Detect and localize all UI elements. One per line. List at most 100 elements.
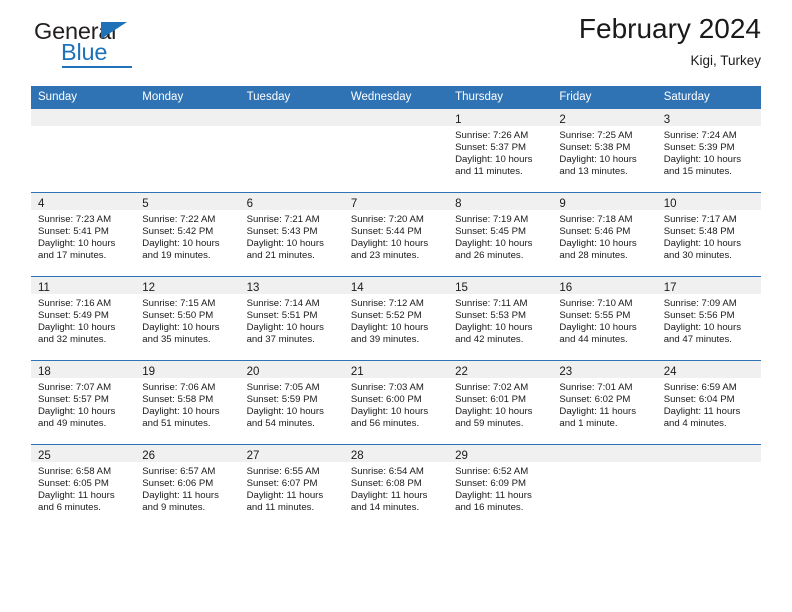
- day-detail-line: Sunset: 5:37 PM: [455, 142, 527, 154]
- calendar-body: 1 Sunrise: 7:26 AM Sunset: 5:37 PM Daylight…: [31, 108, 761, 528]
- day-details: Sunrise: 7:23 AM Sunset: 5:41 PM Daylight:…: [31, 210, 135, 262]
- calendar-day-cell[interactable]: 3 Sunrise: 7:24 AM Sunset: 5:39 PM Daylight…: [656, 108, 761, 193]
- day-detail-line: and 56 minutes.: [350, 418, 420, 430]
- day-detail-line: Sunrise: 7:09 AM: [663, 298, 737, 309]
- day-number-band: 4: [31, 193, 136, 210]
- day-detail-line: Daylight: 10 hours: [350, 238, 429, 250]
- calendar-day-cell[interactable]: 20 Sunrise: 7:05 AM Sunset: 5:59 PM Dayligh…: [239, 360, 344, 445]
- calendar-day-cell[interactable]: 9 Sunrise: 7:18 AM Sunset: 5:46 PM Daylight…: [552, 192, 657, 277]
- calendar-day-cell[interactable]: 22 Sunrise: 7:02 AM Sunset: 6:01 PM Dayligh…: [448, 360, 553, 445]
- calendar-week-row: 18 Sunrise: 7:07 AM Sunset: 5:57 PM Dayligh…: [31, 360, 761, 445]
- weekday-header-row: Sunday Monday Tuesday Wednesday Thursday…: [31, 86, 761, 109]
- day-details: Sunrise: 7:21 AM Sunset: 5:43 PM Daylight:…: [240, 210, 344, 262]
- day-number: 7: [350, 198, 358, 210]
- day-number-band: [31, 109, 136, 126]
- day-detail-line: Sunrise: 7:03 AM: [350, 382, 424, 393]
- day-detail-line: and 16 minutes.: [455, 502, 524, 514]
- day-detail-line: Daylight: 11 hours: [142, 490, 219, 502]
- day-number: 1: [455, 114, 462, 126]
- weekday-header-sunday: Sunday: [31, 86, 136, 109]
- day-detail-line: Sunrise: 7:12 AM: [350, 298, 424, 309]
- day-number: 6: [246, 198, 253, 210]
- calendar-day-cell[interactable]: 26 Sunrise: 6:57 AM Sunset: 6:06 PM Dayligh…: [135, 444, 240, 528]
- day-detail-line: Daylight: 10 hours: [246, 322, 324, 334]
- day-details: Sunrise: 7:16 AM Sunset: 5:49 PM Daylight:…: [31, 294, 135, 346]
- day-details: Sunrise: 7:02 AM Sunset: 6:01 PM Daylight:…: [448, 378, 552, 430]
- day-detail-line: and 9 minutes.: [142, 502, 206, 514]
- day-number: 2: [559, 114, 566, 126]
- calendar-day-cell[interactable]: 15 Sunrise: 7:11 AM Sunset: 5:53 PM Dayligh…: [448, 276, 553, 361]
- calendar-day-cell[interactable]: 28 Sunrise: 6:54 AM Sunset: 6:08 PM Dayligh…: [343, 444, 449, 528]
- day-detail-line: and 59 minutes.: [455, 418, 524, 430]
- day-details: Sunrise: 7:01 AM Sunset: 6:02 PM Daylight:…: [552, 378, 656, 430]
- day-detail-line: Sunrise: 7:16 AM: [38, 298, 112, 309]
- day-details: Sunrise: 6:54 AM Sunset: 6:08 PM Daylight:…: [344, 462, 448, 514]
- day-number: 5: [142, 198, 149, 210]
- calendar-day-cell[interactable]: 5 Sunrise: 7:22 AM Sunset: 5:42 PM Daylight…: [135, 192, 240, 277]
- day-detail-line: Daylight: 10 hours: [663, 238, 742, 250]
- calendar-day-cell[interactable]: 16 Sunrise: 7:10 AM Sunset: 5:55 PM Dayligh…: [552, 276, 657, 361]
- day-detail-line: and 23 minutes.: [350, 250, 420, 262]
- day-detail-line: Sunrise: 7:11 AM: [455, 298, 528, 309]
- day-detail-line: Sunset: 5:55 PM: [559, 310, 631, 322]
- calendar-day-cell[interactable]: 8 Sunrise: 7:19 AM Sunset: 5:45 PM Daylight…: [448, 192, 553, 277]
- page-title: February 2024: [578, 13, 761, 44]
- day-number: 28: [350, 450, 364, 462]
- day-detail-line: Sunset: 5:46 PM: [559, 226, 631, 238]
- day-detail-line: Sunset: 6:06 PM: [142, 478, 214, 490]
- day-detail-line: and 35 minutes.: [142, 334, 211, 346]
- day-detail-line: Sunrise: 7:25 AM: [559, 130, 633, 141]
- day-detail-line: Daylight: 10 hours: [455, 154, 533, 166]
- calendar-day-cell[interactable]: 14 Sunrise: 7:12 AM Sunset: 5:52 PM Dayligh…: [343, 276, 449, 361]
- day-detail-line: Sunset: 5:38 PM: [559, 142, 631, 154]
- calendar-day-cell[interactable]: 17 Sunrise: 7:09 AM Sunset: 5:56 PM Dayligh…: [656, 276, 761, 361]
- calendar-day-cell[interactable]: 11 Sunrise: 7:16 AM Sunset: 5:49 PM Dayligh…: [31, 276, 136, 361]
- weekday-header-saturday: Saturday: [656, 86, 761, 109]
- day-details: [135, 126, 239, 130]
- day-details: Sunrise: 7:15 AM Sunset: 5:50 PM Daylight:…: [135, 294, 239, 346]
- calendar-day-cell[interactable]: 24 Sunrise: 6:59 AM Sunset: 6:04 PM Dayligh…: [656, 360, 761, 445]
- calendar-day-cell[interactable]: 23 Sunrise: 7:01 AM Sunset: 6:02 PM Dayligh…: [552, 360, 657, 445]
- calendar-day-cell[interactable]: 6 Sunrise: 7:21 AM Sunset: 5:43 PM Daylight…: [239, 192, 344, 277]
- day-detail-line: Sunset: 6:02 PM: [559, 394, 631, 406]
- day-detail-line: Sunrise: 7:26 AM: [455, 130, 529, 141]
- day-detail-line: and 42 minutes.: [455, 334, 524, 346]
- day-details: Sunrise: 7:25 AM Sunset: 5:38 PM Daylight:…: [552, 126, 656, 178]
- day-detail-line: Daylight: 10 hours: [142, 238, 220, 250]
- calendar-day-cell[interactable]: 18 Sunrise: 7:07 AM Sunset: 5:57 PM Dayligh…: [31, 360, 136, 445]
- calendar-day-cell[interactable]: 25 Sunrise: 6:58 AM Sunset: 6:05 PM Dayligh…: [31, 444, 136, 528]
- calendar-day-cell[interactable]: 27 Sunrise: 6:55 AM Sunset: 6:07 PM Dayligh…: [239, 444, 344, 528]
- day-detail-line: and 28 minutes.: [559, 250, 628, 262]
- calendar-day-cell[interactable]: 13 Sunrise: 7:14 AM Sunset: 5:51 PM Dayligh…: [239, 276, 344, 361]
- calendar-day-cell[interactable]: 19 Sunrise: 7:06 AM Sunset: 5:58 PM Dayligh…: [135, 360, 240, 445]
- calendar-day-cell[interactable]: 21 Sunrise: 7:03 AM Sunset: 6:00 PM Dayligh…: [343, 360, 449, 445]
- day-detail-line: Daylight: 10 hours: [455, 406, 533, 418]
- day-details: Sunrise: 7:07 AM Sunset: 5:57 PM Daylight:…: [31, 378, 135, 430]
- day-detail-line: Daylight: 10 hours: [38, 238, 116, 250]
- calendar-day-cell[interactable]: 1 Sunrise: 7:26 AM Sunset: 5:37 PM Daylight…: [448, 108, 553, 193]
- day-details: Sunrise: 7:09 AM Sunset: 5:56 PM Daylight:…: [657, 294, 761, 346]
- day-number: 13: [246, 282, 260, 294]
- calendar-day-cell[interactable]: 12 Sunrise: 7:15 AM Sunset: 5:50 PM Dayligh…: [135, 276, 240, 361]
- day-number-band: [656, 445, 761, 462]
- day-number-band: 20: [239, 361, 344, 378]
- day-number: 16: [559, 282, 573, 294]
- day-detail-line: Daylight: 10 hours: [38, 322, 116, 334]
- calendar-day-cell[interactable]: 10 Sunrise: 7:17 AM Sunset: 5:48 PM Dayligh…: [656, 192, 761, 277]
- calendar-day-cell[interactable]: 4 Sunrise: 7:23 AM Sunset: 5:41 PM Daylight…: [31, 192, 136, 277]
- day-number-band: 8: [448, 193, 553, 210]
- day-number-band: 11: [31, 277, 136, 294]
- calendar-day-cell[interactable]: 7 Sunrise: 7:20 AM Sunset: 5:44 PM Daylight…: [343, 192, 449, 277]
- day-detail-line: Daylight: 10 hours: [350, 406, 429, 418]
- day-detail-line: Sunset: 5:42 PM: [142, 226, 214, 238]
- day-number-band: 24: [656, 361, 761, 378]
- day-detail-line: Sunset: 5:59 PM: [246, 394, 318, 406]
- day-details: Sunrise: 6:55 AM Sunset: 6:07 PM Daylight:…: [240, 462, 344, 514]
- day-details: [552, 462, 656, 466]
- day-details: Sunrise: 7:05 AM Sunset: 5:59 PM Daylight:…: [240, 378, 344, 430]
- calendar-day-cell[interactable]: 2 Sunrise: 7:25 AM Sunset: 5:38 PM Daylight…: [552, 108, 657, 193]
- day-number-band: 23: [552, 361, 657, 378]
- day-detail-line: Daylight: 10 hours: [246, 238, 324, 250]
- calendar-day-cell[interactable]: 29 Sunrise: 6:52 AM Sunset: 6:09 PM Dayligh…: [448, 444, 553, 528]
- day-number: 12: [142, 282, 156, 294]
